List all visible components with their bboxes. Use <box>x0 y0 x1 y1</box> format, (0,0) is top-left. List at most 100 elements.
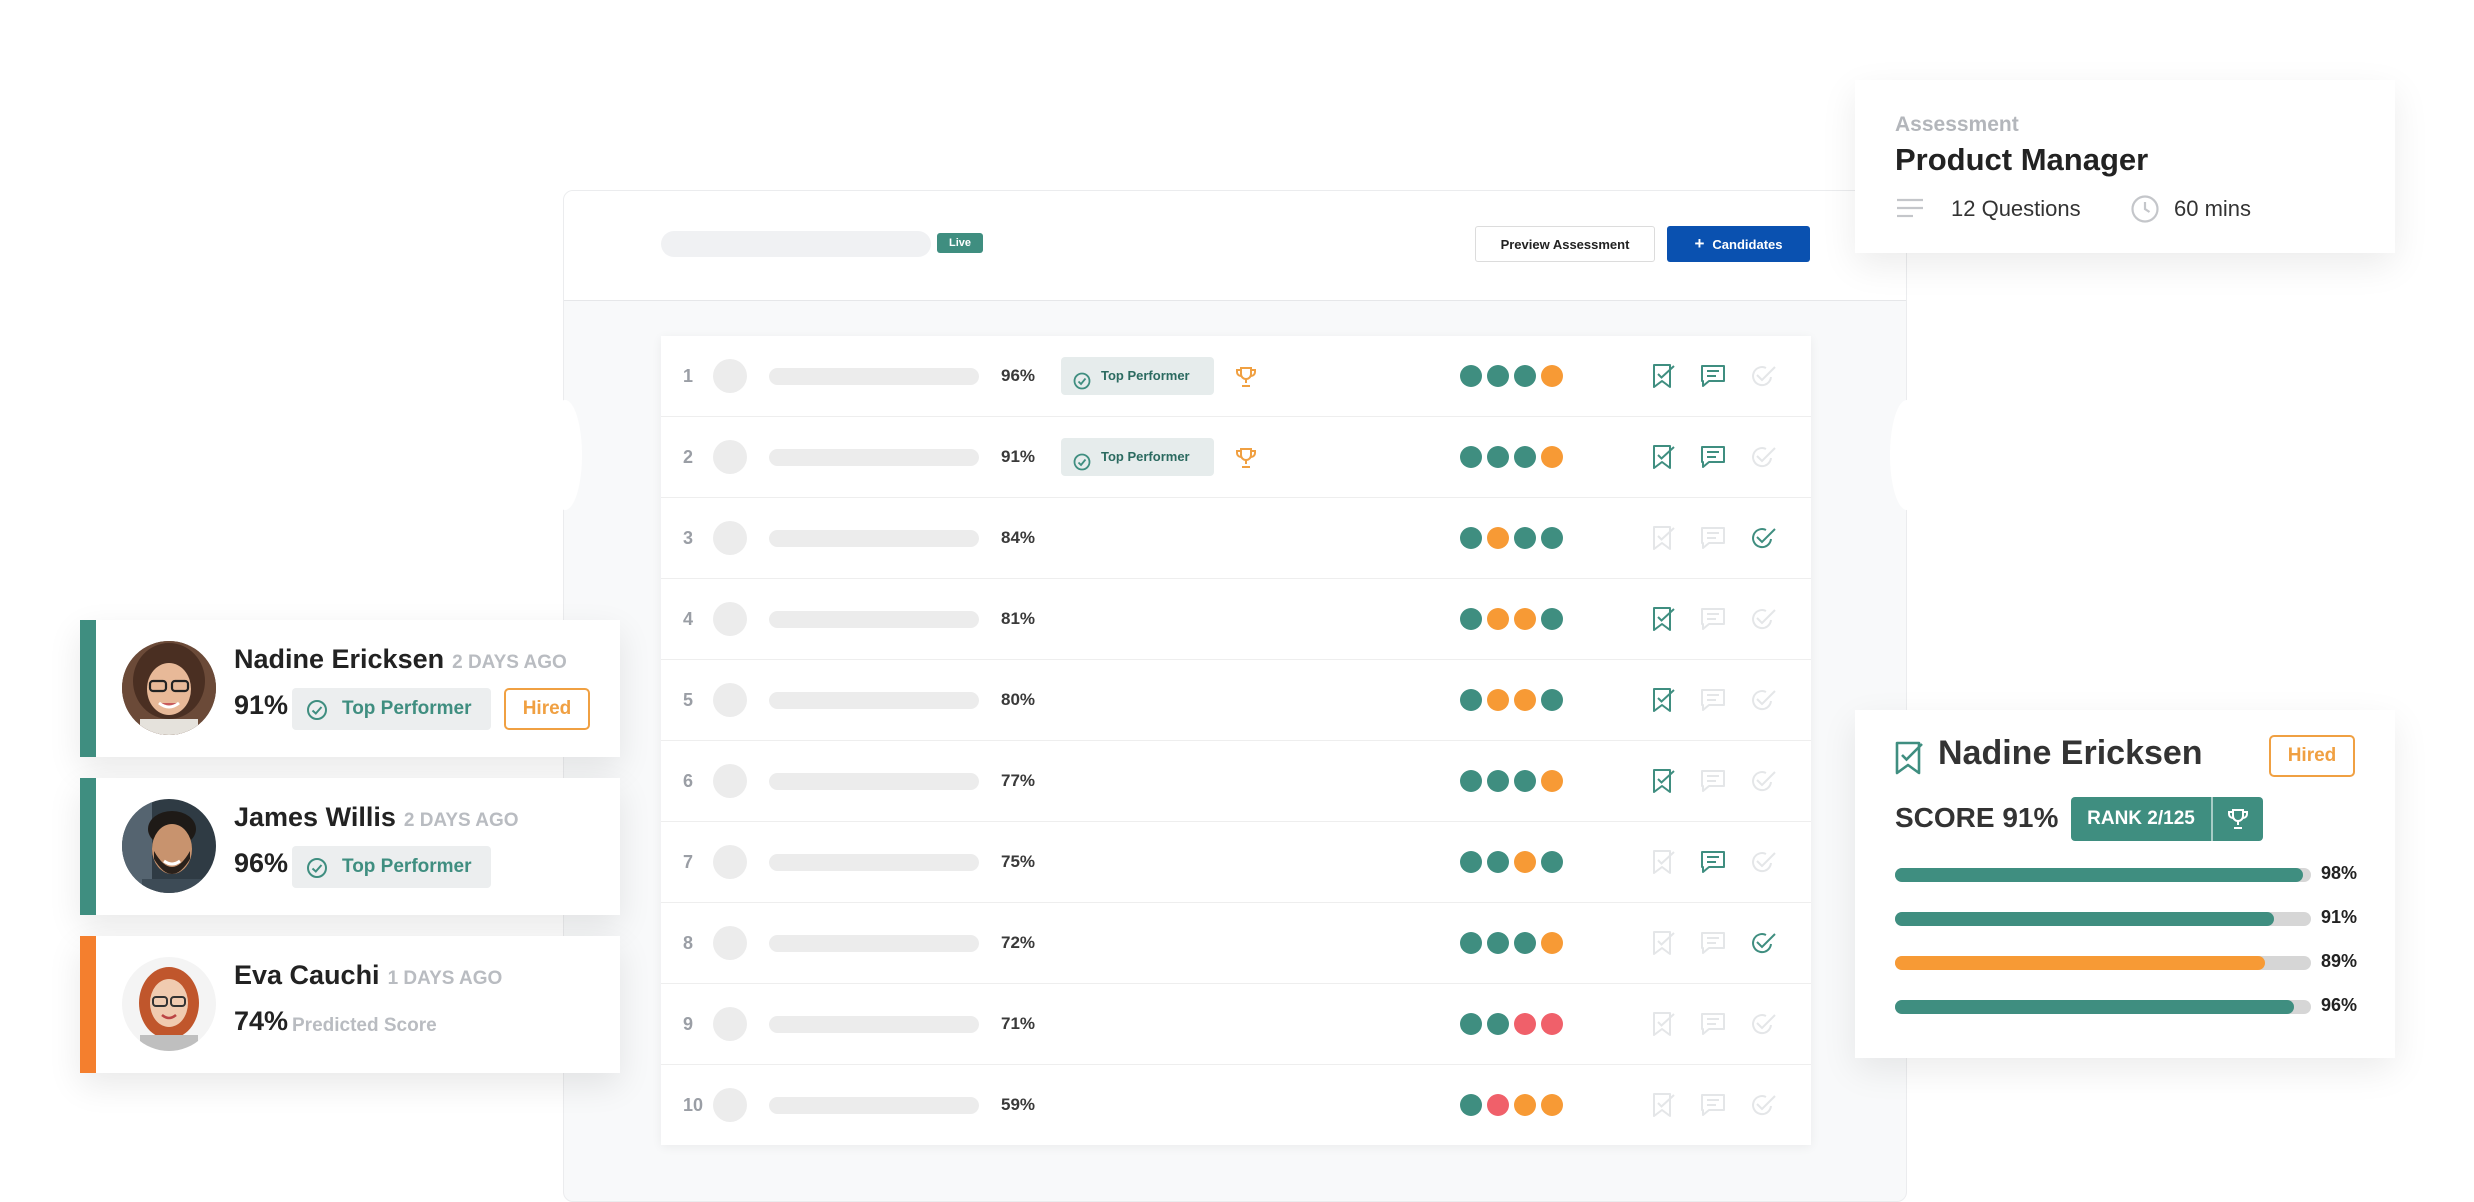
complete-check-icon[interactable] <box>1749 767 1777 795</box>
shortlist-bookmark-icon[interactable] <box>1649 605 1677 633</box>
score-bar-value: 98% <box>2321 863 2358 883</box>
table-row[interactable]: 7 75% <box>661 822 1811 903</box>
comment-icon[interactable] <box>1699 848 1727 876</box>
skill-dot <box>1487 365 1509 387</box>
table-row[interactable]: 4 81% <box>661 579 1811 660</box>
candidate-score: 84% <box>1001 528 1036 547</box>
skill-dot <box>1460 932 1482 954</box>
complete-check-icon[interactable] <box>1749 929 1777 957</box>
skill-dot <box>1514 1013 1536 1035</box>
candidate-score: 80% <box>1001 690 1036 709</box>
score-bar-track <box>1895 1000 2311 1014</box>
candidate-name-row: Eva Cauchi 1 DAYS AGO <box>234 960 502 991</box>
complete-check-icon[interactable] <box>1749 443 1777 471</box>
comment-icon[interactable] <box>1699 443 1727 471</box>
table-row[interactable]: 10 59% <box>661 1065 1811 1145</box>
candidate-score: 96% <box>1001 366 1036 385</box>
check-circle-icon <box>1073 367 1091 390</box>
shortlist-bookmark-icon[interactable] <box>1649 848 1677 876</box>
add-candidates-label: Candidates <box>1712 237 1783 252</box>
assessment-title-placeholder <box>661 231 931 257</box>
avatar-placeholder <box>713 1088 747 1122</box>
shortlist-bookmark-icon[interactable] <box>1649 929 1677 957</box>
comment-icon[interactable] <box>1699 767 1727 795</box>
candidate-card[interactable]: Eva Cauchi 1 DAYS AGO 74% Predicted Score <box>80 936 620 1073</box>
candidate-name: Nadine Ericksen <box>234 644 445 674</box>
score-bar-track <box>1895 956 2311 970</box>
skill-dots <box>1460 932 1563 954</box>
skill-dot <box>1514 608 1536 630</box>
avatar-placeholder <box>713 926 747 960</box>
complete-check-icon[interactable] <box>1749 686 1777 714</box>
shortlist-bookmark-icon[interactable] <box>1649 686 1677 714</box>
table-row[interactable]: 5 80% <box>661 660 1811 741</box>
comment-icon[interactable] <box>1699 1091 1727 1119</box>
skill-dot <box>1541 689 1563 711</box>
complete-check-icon[interactable] <box>1749 1091 1777 1119</box>
assessment-panel: Live Preview Assessment + Candidates 1 96%… <box>563 190 1907 1202</box>
comment-icon[interactable] <box>1699 929 1727 957</box>
skill-dot <box>1460 689 1482 711</box>
skill-dot <box>1460 1094 1482 1116</box>
shortlist-bookmark-icon[interactable] <box>1649 1010 1677 1038</box>
candidate-name-placeholder <box>769 611 979 628</box>
candidate-name-placeholder <box>769 1016 979 1033</box>
table-row[interactable]: 9 71% <box>661 984 1811 1065</box>
candidate-list: 1 96% Top Performer 2 91% Top Performer 3 84% 4 8… <box>661 336 1811 1145</box>
avatar-placeholder <box>713 440 747 474</box>
complete-check-icon[interactable] <box>1749 524 1777 552</box>
skill-dots <box>1460 1013 1563 1035</box>
skill-dot <box>1460 1013 1482 1035</box>
shortlist-bookmark-icon[interactable] <box>1649 443 1677 471</box>
table-row[interactable]: 2 91% Top Performer <box>661 417 1811 498</box>
skill-dot <box>1460 770 1482 792</box>
complete-check-icon[interactable] <box>1749 1010 1777 1038</box>
candidate-rank: 4 <box>683 609 694 629</box>
candidate-card[interactable]: Nadine Ericksen 2 DAYS AGO 91% Top Perfor… <box>80 620 620 757</box>
comment-icon[interactable] <box>1699 605 1727 633</box>
panel-header: Live Preview Assessment + Candidates <box>564 191 1906 301</box>
skill-dot <box>1514 851 1536 873</box>
shortlist-bookmark-icon[interactable] <box>1649 1091 1677 1119</box>
skill-dots <box>1460 365 1563 387</box>
check-circle-icon <box>307 858 327 878</box>
card-accent-bar <box>80 778 96 915</box>
assessment-label: Assessment <box>1895 113 2019 136</box>
comment-icon[interactable] <box>1699 1010 1727 1038</box>
avatar <box>122 957 216 1051</box>
top-performer-tag: Top Performer <box>1061 438 1214 476</box>
score-bar-value: 89% <box>2321 951 2358 971</box>
table-row[interactable]: 3 84% <box>661 498 1811 579</box>
panel-right-notch <box>1890 400 1924 510</box>
preview-assessment-button[interactable]: Preview Assessment <box>1475 226 1655 262</box>
shortlist-bookmark-icon[interactable] <box>1649 524 1677 552</box>
table-row[interactable]: 6 77% <box>661 741 1811 822</box>
skill-score-bar: 98% <box>1895 863 2358 885</box>
complete-check-icon[interactable] <box>1749 848 1777 876</box>
table-row[interactable]: 8 72% <box>661 903 1811 984</box>
complete-check-icon[interactable] <box>1749 605 1777 633</box>
complete-check-icon[interactable] <box>1749 362 1777 390</box>
table-row[interactable]: 1 96% Top Performer <box>661 336 1811 417</box>
score-card-name: Nadine Ericksen <box>1938 734 2203 772</box>
skill-dot <box>1541 932 1563 954</box>
candidate-name-row: Nadine Ericksen 2 DAYS AGO <box>234 644 567 675</box>
shortlist-bookmark-icon[interactable] <box>1649 767 1677 795</box>
duration: 60 mins <box>2174 196 2252 221</box>
candidate-rank: 6 <box>683 771 694 791</box>
comment-icon[interactable] <box>1699 524 1727 552</box>
score-bar-track <box>1895 868 2311 882</box>
trophy-icon <box>1234 365 1258 389</box>
candidate-score: 91% <box>234 690 289 720</box>
skill-score-bar: 91% <box>1895 907 2357 929</box>
question-lines-icon <box>1897 198 1923 218</box>
add-candidates-button[interactable]: + Candidates <box>1667 226 1810 262</box>
rank-badge: RANK 2/125 <box>2071 797 2263 841</box>
rank-divider <box>2211 797 2213 841</box>
candidate-name-placeholder <box>769 530 979 547</box>
shortlist-bookmark-icon[interactable] <box>1649 362 1677 390</box>
skill-dot <box>1487 851 1509 873</box>
comment-icon[interactable] <box>1699 362 1727 390</box>
comment-icon[interactable] <box>1699 686 1727 714</box>
candidate-card[interactable]: James Willis 2 DAYS AGO 96% Top Performer <box>80 778 620 915</box>
